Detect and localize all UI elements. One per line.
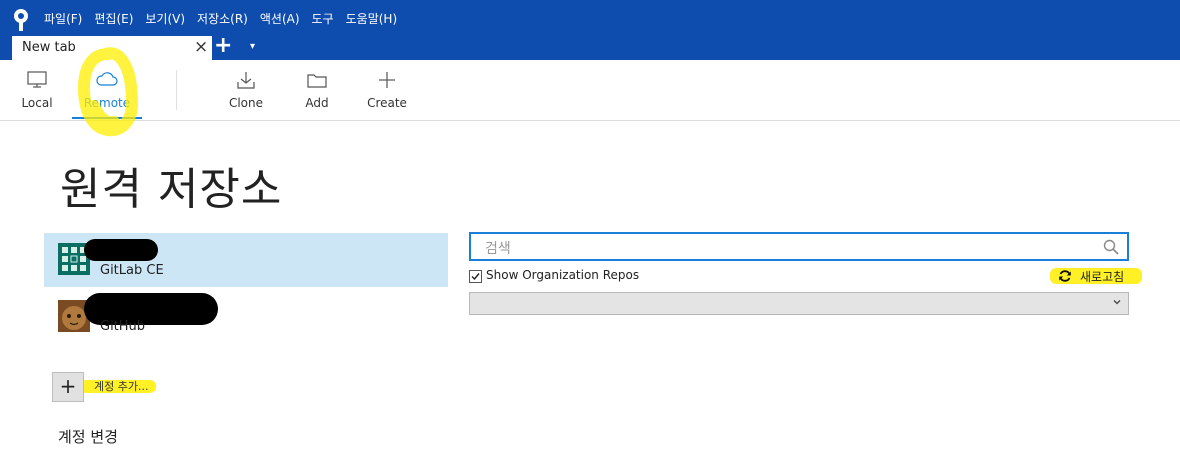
tab-new-tab[interactable]: New tab × — [12, 36, 212, 60]
local-button[interactable]: Local — [10, 60, 64, 120]
active-tab-indicator — [72, 117, 142, 119]
close-icon[interactable]: × — [194, 37, 208, 57]
page-title: 원격 저장소 — [60, 164, 283, 215]
menu-view[interactable]: 보기(V) — [145, 10, 185, 28]
create-label: Create — [367, 96, 407, 110]
change-account-link[interactable]: 계정 변경 — [58, 426, 118, 447]
add-label: Add — [305, 96, 329, 110]
remote-button[interactable]: Remote — [72, 60, 142, 120]
account-item-github[interactable]: GitHub — [44, 290, 448, 344]
remote-label: Remote — [83, 96, 131, 110]
toolbar-separator — [176, 70, 177, 110]
toolbar: Local Remote Clone Add Create — [0, 60, 1180, 121]
add-account-label[interactable]: 계정 추가... — [94, 378, 148, 394]
account-item-gitlab[interactable]: GitLab CE — [44, 233, 448, 287]
redacted-username — [84, 239, 158, 261]
plus-icon — [379, 72, 395, 88]
repo-filter-dropdown[interactable] — [469, 292, 1129, 315]
menu-edit[interactable]: 편집(E) — [94, 10, 133, 28]
chevron-down-icon[interactable]: ▾ — [250, 40, 255, 54]
search-icon — [1103, 239, 1119, 255]
checkmark-icon — [471, 273, 480, 281]
download-icon — [237, 72, 255, 89]
search-placeholder: 검색 — [485, 241, 511, 257]
menu-help[interactable]: 도움말(H) — [346, 10, 398, 28]
tab-label: New tab — [22, 40, 76, 55]
cloud-icon — [96, 72, 118, 86]
org-repos-checkbox[interactable] — [469, 270, 482, 283]
sourcetree-window: 파일(F) 편집(E) 보기(V) 저장소(R) 액션(A) 도구 도움말(H)… — [0, 0, 1180, 470]
clone-label: Clone — [228, 96, 264, 110]
add-button[interactable]: Add — [292, 60, 342, 120]
create-button[interactable]: Create — [356, 60, 418, 120]
account-label: GitHub — [100, 319, 146, 334]
menu-repository[interactable]: 저장소(R) — [197, 10, 248, 28]
clone-button[interactable]: Clone — [216, 60, 276, 120]
refresh-icon — [1059, 270, 1071, 282]
title-bar: 파일(F) 편집(E) 보기(V) 저장소(R) 액션(A) 도구 도움말(H)… — [0, 0, 1180, 60]
add-account-button[interactable]: + — [52, 372, 84, 402]
menu-bar: 파일(F) 편집(E) 보기(V) 저장소(R) 액션(A) 도구 도움말(H) — [44, 10, 409, 28]
menu-file[interactable]: 파일(F) — [44, 10, 82, 28]
new-tab-button[interactable]: + — [214, 34, 232, 58]
local-label: Local — [21, 96, 53, 110]
menu-tools[interactable]: 도구 — [312, 10, 334, 28]
account-label: GitLab CE — [100, 263, 164, 278]
menu-actions[interactable]: 액션(A) — [260, 10, 300, 28]
monitor-icon — [27, 71, 47, 88]
chevron-down-icon — [1113, 300, 1121, 305]
search-input[interactable]: 검색 — [469, 232, 1129, 261]
folder-icon — [307, 74, 327, 88]
org-repos-label: Show Organization Repos — [486, 268, 640, 282]
refresh-label: 새로고침 — [1080, 270, 1125, 284]
app-logo-icon[interactable] — [12, 8, 30, 32]
